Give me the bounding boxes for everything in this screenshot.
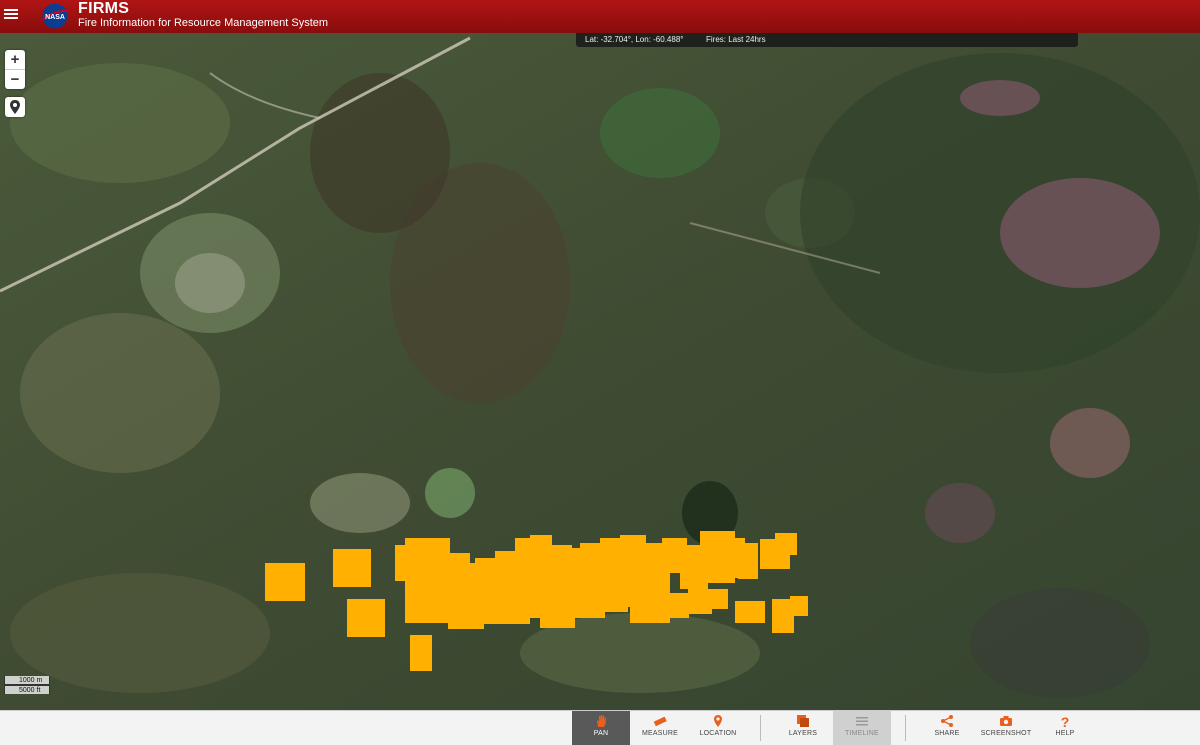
app-header: NASA FIRMS Fire Information for Resource…: [0, 0, 1200, 33]
timeline-icon: [856, 717, 868, 726]
fire-pixel[interactable]: [738, 543, 758, 579]
timeline-label: TIMELINE: [845, 730, 879, 737]
fire-pixel[interactable]: [500, 588, 530, 624]
app-subtitle: Fire Information for Resource Management…: [78, 17, 329, 29]
screenshot-tool[interactable]: SCREENSHOT: [976, 711, 1036, 745]
pan-tool[interactable]: PAN: [572, 711, 630, 745]
screenshot-label: SCREENSHOT: [980, 730, 1032, 737]
scale-imperial: 5000 ft: [4, 685, 50, 694]
layers-tool[interactable]: LAYERS: [775, 711, 831, 745]
fire-time-filter: Fires: Last 24hrs: [706, 35, 766, 44]
share-icon: [941, 715, 953, 727]
svg-text:NASA: NASA: [45, 14, 65, 21]
hamburger-menu-icon[interactable]: [4, 7, 18, 21]
location-pin-icon: [714, 715, 722, 727]
fire-pixel[interactable]: [265, 563, 305, 601]
bottom-toolbar: PAN MEASURE LOCATION LAYERS TIMELINE SHA…: [0, 710, 1200, 745]
zoom-in-button[interactable]: +: [5, 50, 25, 69]
fire-pixel[interactable]: [347, 599, 385, 637]
fire-pixel[interactable]: [665, 593, 689, 618]
share-tool[interactable]: SHARE: [920, 711, 974, 745]
measure-label: MEASURE: [641, 730, 679, 737]
location-label: LOCATION: [699, 730, 737, 737]
measure-tool[interactable]: MEASURE: [632, 711, 688, 745]
layers-label: LAYERS: [788, 730, 818, 737]
question-mark-icon: ?: [1061, 714, 1070, 728]
map-pin-icon: [10, 100, 20, 114]
coordinate-readout: Lat: -32.704°, Lon: -60.488° Fires: Last…: [576, 33, 1078, 47]
scale-bar: 1000 m 5000 ft: [4, 676, 50, 694]
fire-pixel[interactable]: [630, 593, 670, 623]
map-view[interactable]: [0, 33, 1200, 710]
location-tool[interactable]: LOCATION: [690, 711, 746, 745]
svg-text:?: ?: [1061, 714, 1070, 728]
fire-pixel[interactable]: [735, 601, 765, 623]
ruler-icon: [653, 716, 667, 727]
camera-icon: [1000, 716, 1012, 726]
satellite-imagery: [0, 33, 1200, 710]
zoom-out-button[interactable]: −: [5, 69, 25, 89]
timeline-tool[interactable]: TIMELINE: [833, 711, 891, 745]
locate-button[interactable]: [5, 97, 25, 117]
help-tool[interactable]: ? HELP: [1040, 711, 1090, 745]
scale-metric: 1000 m: [4, 676, 50, 685]
fire-pixel[interactable]: [775, 533, 797, 555]
fire-pixel[interactable]: [540, 593, 575, 628]
toolbar-divider: [760, 715, 761, 741]
nasa-logo: NASA: [42, 3, 69, 29]
cursor-coordinates: Lat: -32.704°, Lon: -60.488°: [585, 35, 684, 44]
toolbar-divider: [905, 715, 906, 741]
zoom-control: + −: [5, 50, 25, 89]
layers-icon: [797, 715, 809, 727]
pan-label: PAN: [593, 730, 609, 737]
fire-pixel[interactable]: [448, 593, 484, 629]
fire-pixel[interactable]: [790, 596, 808, 616]
fire-pixel[interactable]: [708, 589, 728, 609]
hand-icon: [597, 715, 606, 727]
fire-pixel[interactable]: [333, 549, 371, 587]
fire-pixel[interactable]: [575, 588, 605, 618]
app-title: FIRMS: [78, 0, 130, 17]
share-label: SHARE: [934, 730, 960, 737]
fire-pixel[interactable]: [410, 635, 432, 671]
help-label: HELP: [1055, 730, 1075, 737]
